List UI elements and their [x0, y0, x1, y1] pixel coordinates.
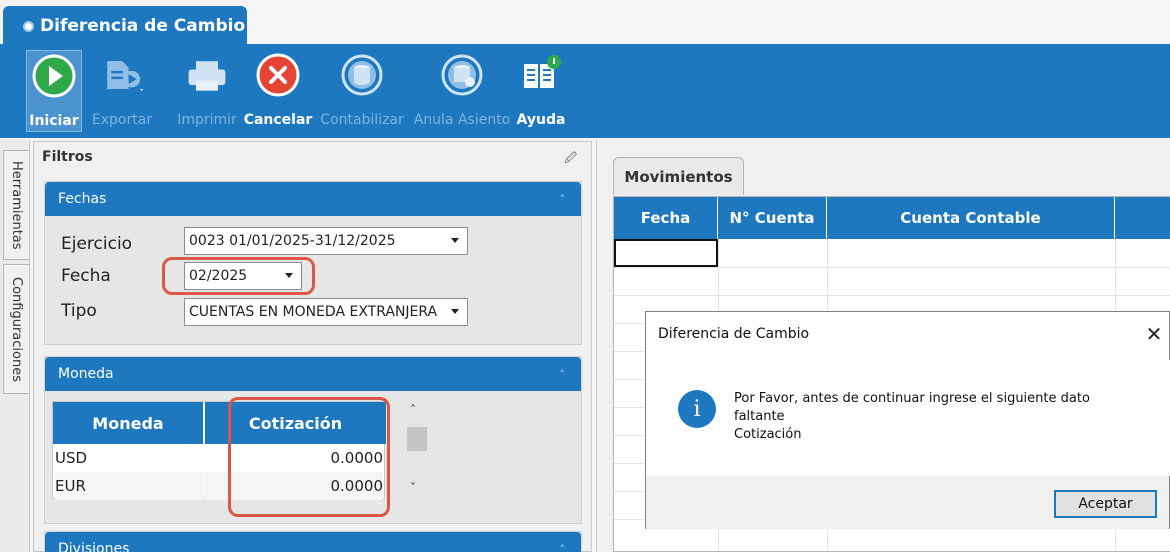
- cancel-icon: [255, 52, 301, 98]
- cotizacion-highlight: [228, 397, 390, 517]
- ayuda-button[interactable]: Ayuda: [516, 50, 566, 132]
- divisiones-group-header[interactable]: Divisiones ˄: [45, 532, 581, 552]
- grid-line: [614, 295, 1170, 296]
- tipo-select[interactable]: CUENTAS EN MONEDA EXTRANJERA: [184, 298, 468, 326]
- exportar-button[interactable]: Exportar: [86, 50, 158, 132]
- moneda-group-header[interactable]: Moneda ˄: [45, 357, 581, 391]
- fechas-group: Fechas ˄ Ejercicio 0023 01/01/2025-31/12…: [44, 181, 582, 345]
- moneda-group: Moneda ˄ Moneda Cotización USD 0.0000 EU…: [44, 356, 582, 524]
- close-icon[interactable]: ✕: [1141, 321, 1167, 347]
- moneda-cell[interactable]: USD: [55, 444, 204, 472]
- filters-panel: Filtros 🖉 Fechas ˄ Ejercicio 0023 01/01/…: [33, 141, 592, 552]
- dialog-message-line: Cotización: [734, 427, 802, 442]
- numero-cuenta-column-header[interactable]: N° Cuenta: [718, 197, 827, 239]
- tab-herramientas[interactable]: Herramientas: [3, 150, 29, 260]
- cancelar-button[interactable]: Cancelar: [244, 50, 312, 132]
- fecha-label: Fecha: [61, 266, 111, 286]
- dialog-footer: Aceptar: [646, 476, 1169, 529]
- contabilizar-button[interactable]: Contabilizar: [318, 50, 406, 132]
- dropdown-arrow-icon: [451, 309, 459, 314]
- grid-line: [614, 267, 1170, 268]
- cuenta-contable-column-header[interactable]: Cuenta Contable: [827, 197, 1115, 239]
- export-icon: [99, 52, 145, 98]
- ejercicio-select[interactable]: 0023 01/01/2025-31/12/2025: [184, 227, 468, 255]
- dialog-message: Por Favor, antes de continuar ingrese el…: [734, 390, 1090, 444]
- side-tab-strip: Herramientas Configuraciones: [0, 140, 30, 552]
- dropdown-arrow-icon: [451, 238, 459, 243]
- filters-title: Filtros: [42, 149, 93, 165]
- iniciar-button[interactable]: Iniciar: [26, 50, 82, 132]
- message-dialog: Diferencia de Cambio ✕ i Por Favor, ante…: [645, 311, 1170, 529]
- window-tab-title: Diferencia de Cambio: [40, 16, 246, 36]
- tab-strip-background: [248, 0, 1170, 46]
- moneda-scrollbar[interactable]: ˄ ˅: [405, 401, 427, 499]
- fecha-column-header[interactable]: Fecha: [614, 197, 718, 239]
- scroll-thumb[interactable]: [407, 427, 427, 451]
- dialog-message-line: Por Favor, antes de continuar ingrese el…: [734, 391, 1090, 406]
- dialog-message-line: faltante: [734, 409, 785, 424]
- scroll-down-icon[interactable]: ˅: [410, 481, 416, 495]
- tipo-label: Tipo: [61, 301, 97, 321]
- fecha-highlight: [162, 257, 315, 295]
- divisiones-group: Divisiones ˄: [44, 531, 582, 552]
- help-book-icon: [518, 52, 564, 98]
- anula-asiento-button[interactable]: Anula Asiento: [414, 50, 510, 132]
- chevron-up-icon[interactable]: ˄: [560, 193, 566, 206]
- scroll-up-icon[interactable]: ˄: [410, 403, 416, 417]
- dialog-body: i Por Favor, antes de continuar ingrese …: [646, 360, 1170, 476]
- tab-configuraciones[interactable]: Configuraciones: [3, 264, 29, 394]
- pin-icon[interactable]: 🖉: [564, 149, 577, 170]
- chevron-up-icon[interactable]: ˄: [560, 368, 566, 381]
- play-icon: [31, 53, 77, 99]
- info-icon: i: [678, 390, 716, 428]
- imprimir-button[interactable]: Imprimir: [176, 50, 238, 132]
- ejercicio-label: Ejercicio: [61, 234, 133, 254]
- database-cancel-icon: [439, 52, 485, 98]
- moneda-column-header[interactable]: Moneda: [53, 402, 204, 444]
- printer-icon: [184, 52, 230, 98]
- window-tab[interactable]: Diferencia de Cambio: [3, 6, 247, 46]
- database-icon: [339, 52, 385, 98]
- extra-column-header[interactable]: [1115, 197, 1170, 239]
- selected-cell[interactable]: [614, 239, 718, 267]
- app-window: Diferencia de Cambio Iniciar Exportar Im…: [0, 0, 1170, 552]
- dialog-title: Diferencia de Cambio: [658, 326, 810, 342]
- tab-movimientos[interactable]: Movimientos: [613, 157, 744, 195]
- moneda-cell[interactable]: EUR: [55, 472, 204, 500]
- chevron-up-icon[interactable]: ˄: [560, 543, 566, 552]
- fechas-group-header[interactable]: Fechas ˄: [45, 182, 581, 216]
- aceptar-button[interactable]: Aceptar: [1054, 490, 1157, 518]
- window-tab-icon: [23, 20, 34, 32]
- ribbon-toolbar: Iniciar Exportar Imprimir Cancelar Conta: [0, 44, 1170, 138]
